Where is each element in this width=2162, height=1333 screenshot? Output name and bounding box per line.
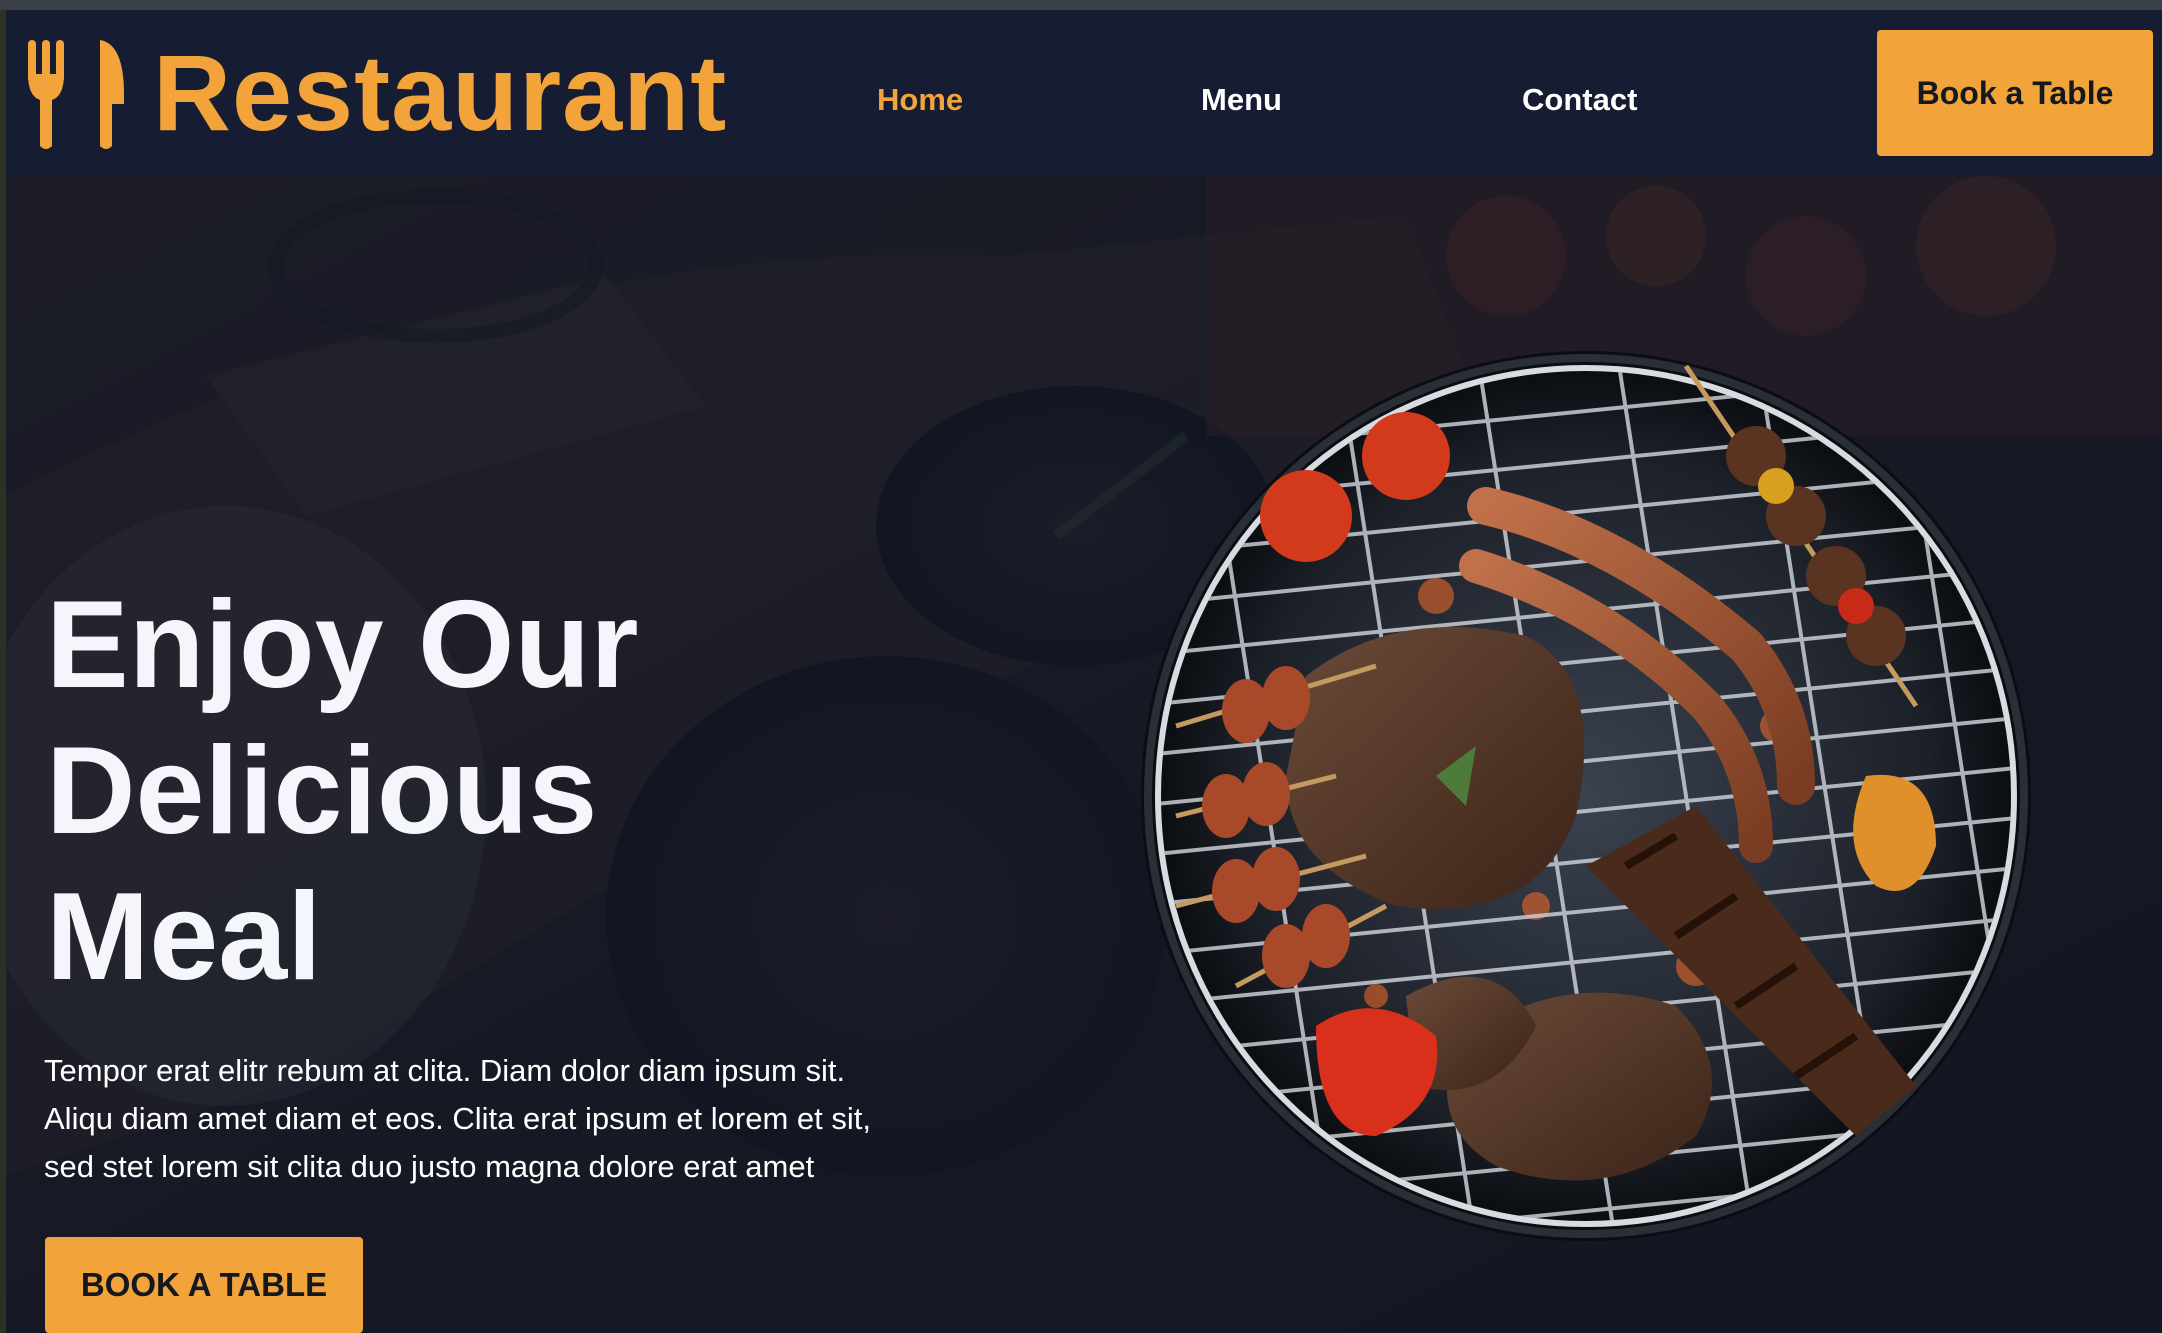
nav-link-home[interactable]: Home (877, 82, 963, 118)
nav-link-menu[interactable]: Menu (1201, 82, 1282, 118)
grill-food-image (1141, 351, 2031, 1241)
hero-description-line: Tempor erat elitr rebum at clita. Diam d… (44, 1053, 846, 1088)
window-top-border (0, 0, 2162, 10)
hero-book-table-button[interactable]: BOOK A TABLE (45, 1237, 363, 1333)
nav-link-contact[interactable]: Contact (1522, 82, 1637, 118)
navbar: Restaurant Home Menu Contact Book a Tabl… (6, 10, 2162, 176)
hero-description-line: sed stet lorem sit clita duo justo magna… (44, 1149, 815, 1184)
page: Enjoy Our Delicious Meal Tempor erat eli… (6, 10, 2162, 1333)
hero-description-line: Aliqu diam amet diam et eos. Clita erat … (44, 1101, 871, 1136)
hero-title-line: Meal (46, 868, 322, 1006)
hero-section: Enjoy Our Delicious Meal Tempor erat eli… (6, 176, 2162, 1333)
hero-description: Tempor erat elitr rebum at clita. Diam d… (44, 1047, 924, 1191)
utensils-icon (28, 40, 124, 149)
hero-title-line: Enjoy Our (46, 576, 639, 714)
nav-book-table-button[interactable]: Book a Table (1877, 30, 2153, 156)
brand-name: Restaurant (153, 32, 728, 153)
hero-title-line: Delicious (46, 722, 598, 860)
hero-title: Enjoy Our Delicious Meal (46, 572, 946, 1010)
brand-logo[interactable]: Restaurant (24, 34, 727, 152)
